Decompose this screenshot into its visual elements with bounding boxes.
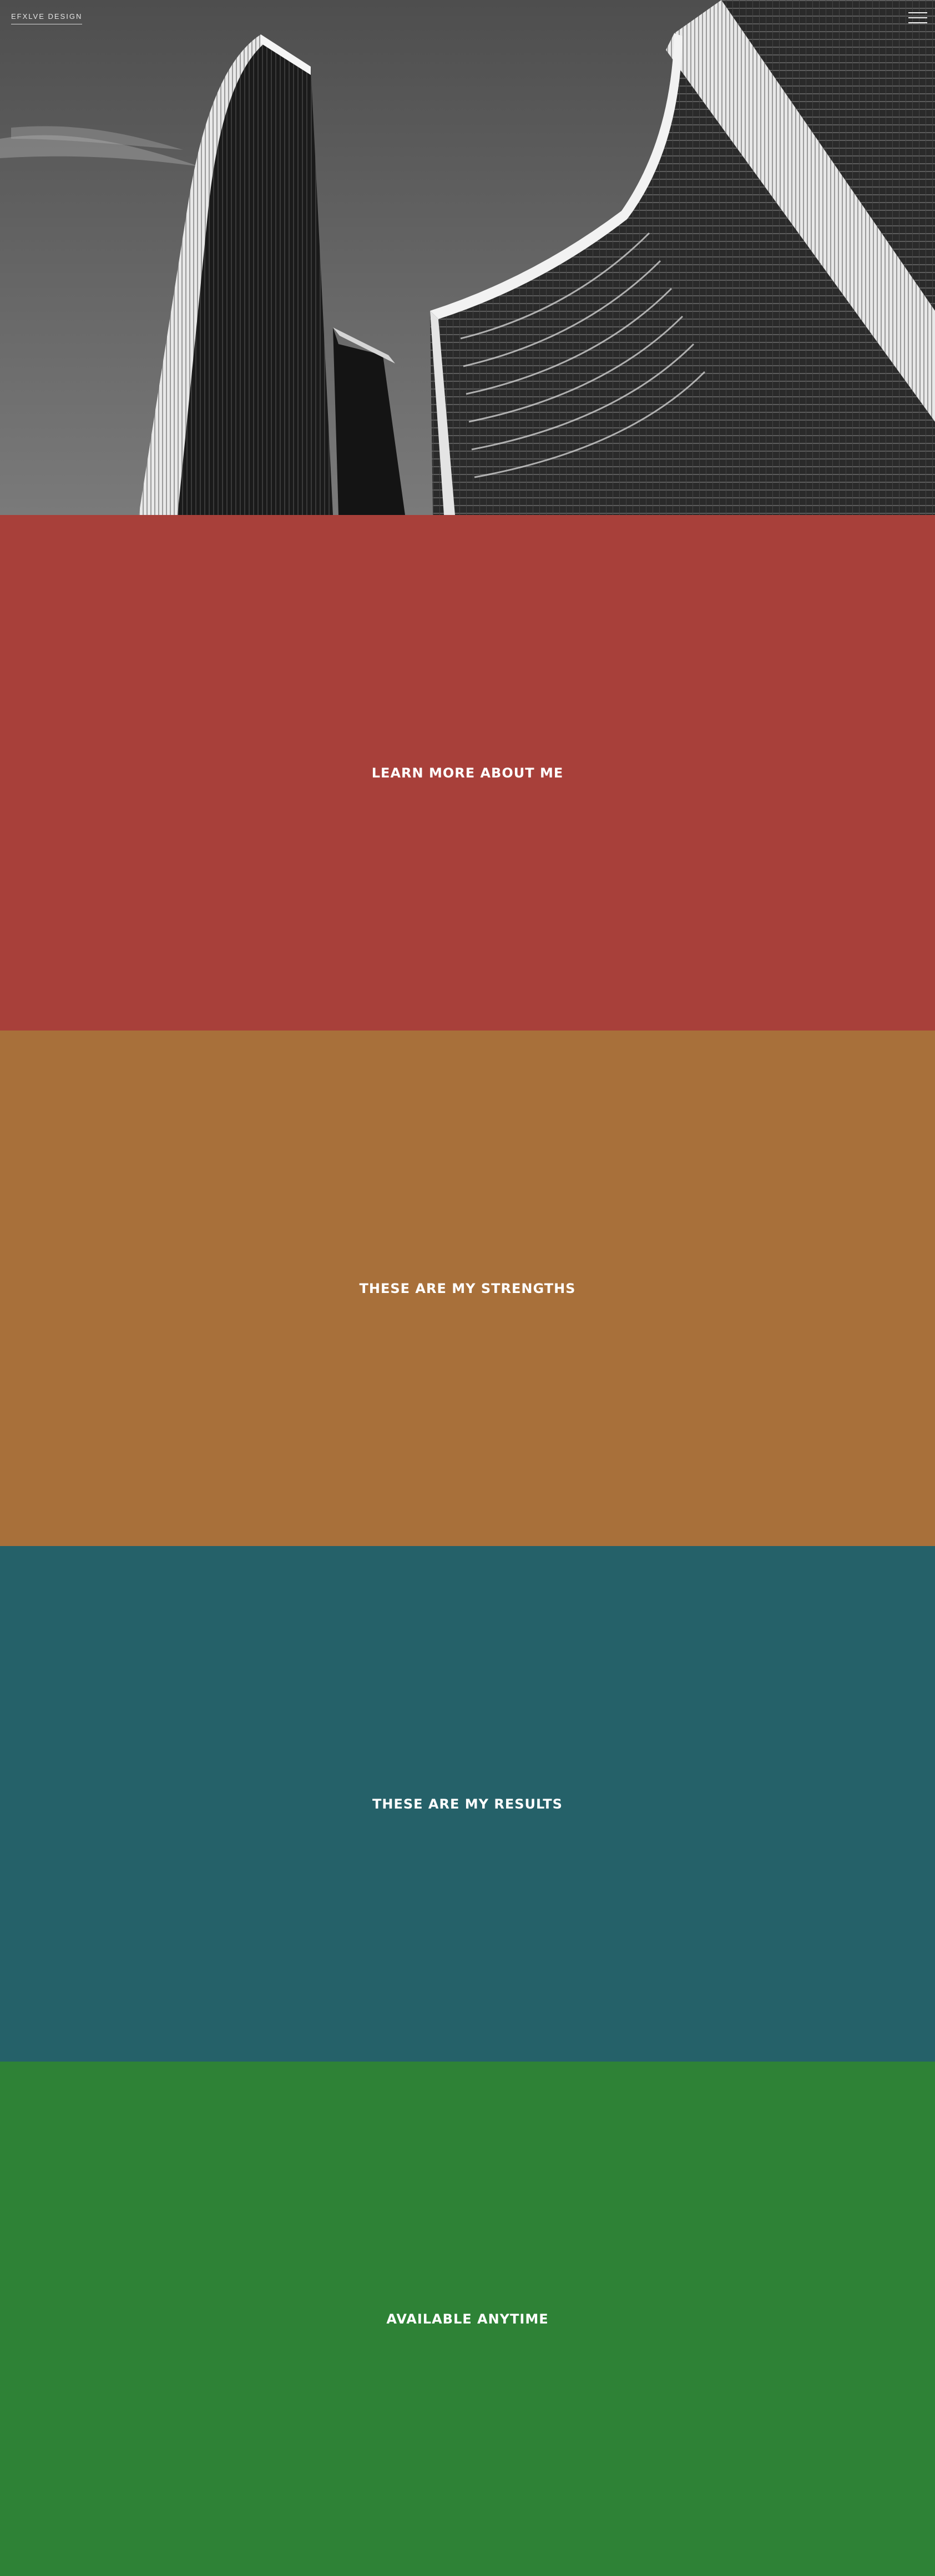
menu-bar-bottom: [908, 22, 927, 23]
learn-more-about-me-link[interactable]: LEARN MORE ABOUT ME: [372, 765, 563, 781]
hero-banner: EFXLVE DESIGN: [0, 0, 935, 515]
section-about: LEARN MORE ABOUT ME: [0, 515, 935, 1031]
menu-bar-middle: [908, 17, 927, 18]
hamburger-menu-icon[interactable]: [908, 11, 927, 24]
section-strengths: THESE ARE MY STRENGTHS: [0, 1031, 935, 1546]
skyscrapers-photo: [0, 0, 935, 515]
brand-logo-link[interactable]: EFXLVE DESIGN: [11, 12, 83, 24]
menu-bar-top: [908, 12, 927, 13]
section-contact: AVAILABLE ANYTIME: [0, 2062, 935, 2576]
strengths-link[interactable]: THESE ARE MY STRENGTHS: [360, 1281, 576, 1296]
results-link[interactable]: THESE ARE MY RESULTS: [372, 1796, 563, 1812]
section-results: THESE ARE MY RESULTS: [0, 1546, 935, 2062]
page: EFXLVE DESIGN LEARN MORE ABOUT ME THESE …: [0, 0, 935, 2576]
available-anytime-link[interactable]: AVAILABLE ANYTIME: [386, 2311, 548, 2327]
